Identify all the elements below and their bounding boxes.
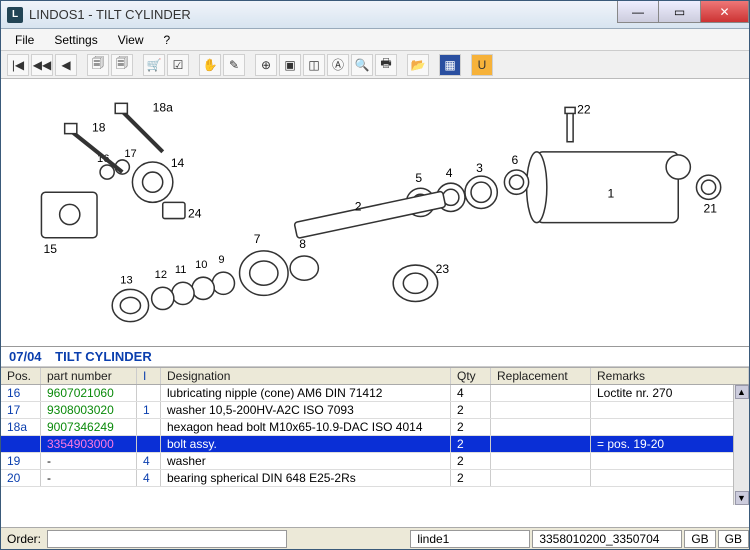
svg-text:1: 1 [607,186,614,200]
zoom-fit-button[interactable]: ◫ [303,54,325,76]
grid-body[interactable]: 169607021060lubricating nipple (cone) AM… [1,385,749,505]
hand-button[interactable]: ✎ [223,54,245,76]
svg-text:12: 12 [155,269,167,281]
zoom-in-button[interactable]: ⊕ [255,54,277,76]
table-row[interactable]: 169607021060lubricating nipple (cone) AM… [1,385,749,402]
nav-prev-button[interactable]: ◀ [55,54,77,76]
check-button[interactable]: ☑ [167,54,189,76]
menu-settings[interactable]: Settings [44,31,107,49]
print-button[interactable]: 🖶 [375,54,397,76]
scroll-up-icon[interactable]: ▲ [735,385,749,399]
col-i[interactable]: I [137,368,161,384]
svg-text:8: 8 [299,237,306,251]
svg-text:5: 5 [415,171,422,185]
find-button[interactable]: 🔍 [351,54,373,76]
grid-code: 07/04 [9,349,42,364]
window-controls: — ▭ ✕ [617,1,749,28]
table-row[interactable]: 18a9007346249hexagon head bolt M10x65-10… [1,419,749,436]
diagram-viewport[interactable]: 1 21 22 6 3 4 5 2 [1,79,749,347]
svg-text:4: 4 [446,166,453,180]
window-title: LINDOS1 - TILT CYLINDER [29,7,617,22]
app-icon: L [7,7,23,23]
menu-file[interactable]: File [5,31,44,49]
status-user: linde1 [410,530,530,548]
status-file: 3358010200_3350704 [532,530,682,548]
svg-text:3: 3 [476,161,483,175]
toolbar: |◀ ◀◀ ◀ 🗐 🗐 🛒 ☑ ✋ ✎ ⊕ ▣ ◫ Ⓐ 🔍 🖶 📂 ▦ U [1,51,749,79]
open-button[interactable]: 📂 [407,54,429,76]
grid-header: Pos. part number I Designation Qty Repla… [1,367,749,385]
statusbar: Order: linde1 3358010200_3350704 GB GB [1,527,749,549]
svg-text:2: 2 [355,199,362,213]
cart-button[interactable]: 🛒 [143,54,165,76]
doc-copy-button[interactable]: 🗐 [87,54,109,76]
status-lang2: GB [718,530,749,548]
find-a-button[interactable]: Ⓐ [327,54,349,76]
svg-text:15: 15 [43,242,57,256]
table-row[interactable]: 19-4washer2 [1,453,749,470]
table-row[interactable]: 20-4bearing spherical DIN 648 E25-2Rs2 [1,470,749,487]
grid-scrollbar[interactable]: ▲ ▼ [733,385,749,505]
svg-text:7: 7 [254,232,261,246]
menu-view[interactable]: View [108,31,154,49]
grid-name: TILT CYLINDER [55,349,152,364]
table-row[interactable]: 1793080030201washer 10,5-200HV-A2C ISO 7… [1,402,749,419]
doc-alt-button[interactable]: 🗐 [111,54,133,76]
scroll-down-icon[interactable]: ▼ [735,491,749,505]
svg-text:23: 23 [436,262,450,276]
status-lang1: GB [684,530,715,548]
app-window: L LINDOS1 - TILT CYLINDER — ▭ ✕ File Set… [0,0,750,550]
svg-text:17: 17 [124,148,136,160]
col-remarks[interactable]: Remarks [591,368,749,384]
col-partnumber[interactable]: part number [41,368,137,384]
menubar: File Settings View ? [1,29,749,51]
col-replacement[interactable]: Replacement [491,368,591,384]
nav-first-button[interactable]: |◀ [7,54,29,76]
svg-text:21: 21 [704,202,718,216]
col-designation[interactable]: Designation [161,368,451,384]
minimize-button[interactable]: — [617,1,659,23]
col-pos[interactable]: Pos. [1,368,41,384]
zoom-sel-button[interactable]: ▣ [279,54,301,76]
svg-text:14: 14 [171,156,185,170]
table-row[interactable]: 3354903000bolt assy.2= pos. 19-20 [1,436,749,453]
svg-text:18a: 18a [153,100,173,114]
svg-text:18: 18 [92,121,106,135]
order-label: Order: [1,532,47,546]
titlebar: L LINDOS1 - TILT CYLINDER — ▭ ✕ [1,1,749,29]
svg-text:6: 6 [511,153,518,167]
svg-text:13: 13 [120,274,132,286]
menu-help[interactable]: ? [154,31,181,49]
svg-text:10: 10 [195,259,207,271]
close-button[interactable]: ✕ [701,1,749,23]
grid-title: 07/04 TILT CYLINDER [1,347,749,367]
svg-text:11: 11 [175,264,187,276]
parts-grid: 07/04 TILT CYLINDER Pos. part number I D… [1,347,749,505]
u-button[interactable]: U [471,54,493,76]
eu-button[interactable]: ▦ [439,54,461,76]
order-input[interactable] [47,530,287,548]
nav-rewind-button[interactable]: ◀◀ [31,54,53,76]
col-qty[interactable]: Qty [451,368,491,384]
nohand-button[interactable]: ✋ [199,54,221,76]
svg-text:22: 22 [577,102,591,116]
svg-text:9: 9 [218,254,224,266]
maximize-button[interactable]: ▭ [659,1,701,23]
exploded-view-svg: 1 21 22 6 3 4 5 2 [1,79,749,346]
svg-text:24: 24 [188,207,202,221]
